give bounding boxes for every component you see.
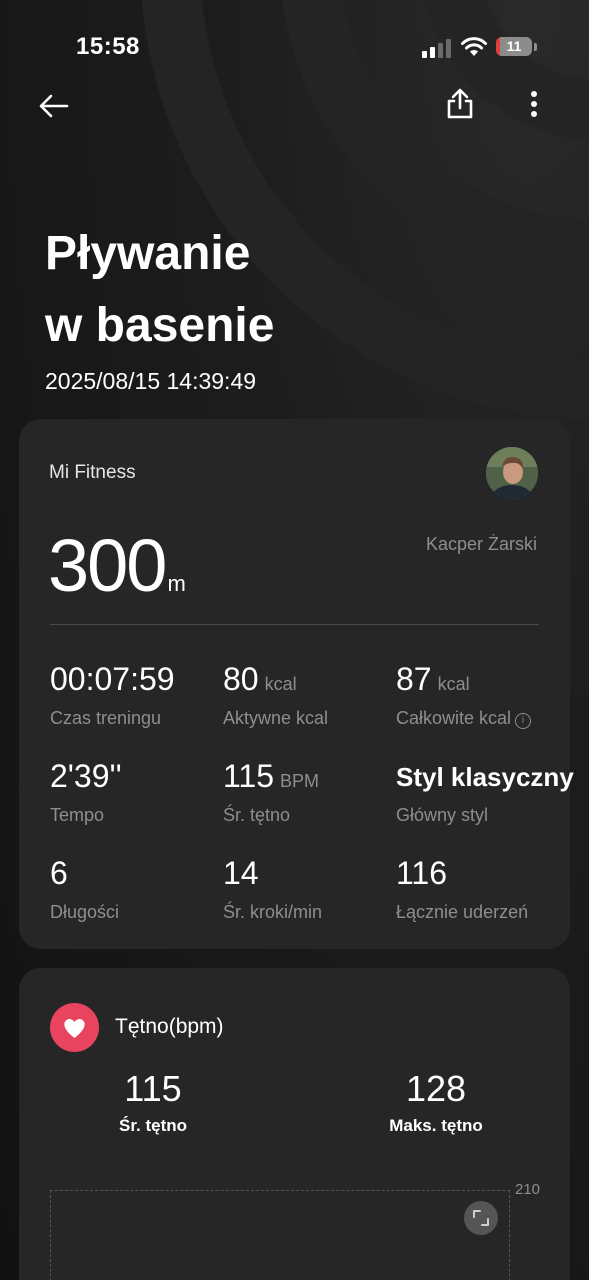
expand-button[interactable] xyxy=(464,1201,498,1235)
workout-detail-screen: 15:58 11 Pływanie w basenie 2025/08/15 1… xyxy=(0,0,589,1280)
workout-title: Pływanie w basenie xyxy=(45,218,274,362)
hr-max-value: 128 xyxy=(405,1068,467,1109)
distance-value: 300 xyxy=(48,524,167,607)
stat-pace: 2'39'' Tempo xyxy=(50,758,225,826)
distance: 300m xyxy=(48,523,186,613)
heart-icon xyxy=(64,1019,85,1038)
stat-value: 116 xyxy=(396,855,448,891)
stat-value: 115 xyxy=(223,758,275,794)
expand-icon xyxy=(473,1210,489,1226)
share-icon[interactable] xyxy=(442,86,478,122)
stat-label: Czas treningu xyxy=(50,708,162,728)
stat-label: Śr. tętno xyxy=(223,805,291,825)
status-bar: 15:58 11 xyxy=(0,0,589,90)
stat-label: Całkowite kcal xyxy=(396,708,512,728)
battery-indicator: 11 xyxy=(496,36,538,58)
user-name: Kacper Żarski xyxy=(425,534,537,554)
hr-max: 128 Maks. tętno xyxy=(356,1068,516,1136)
stat-value: 80 xyxy=(223,661,259,697)
battery-level: 11 xyxy=(506,38,522,54)
info-icon[interactable]: i xyxy=(515,713,532,729)
stat-unit: kcal xyxy=(437,674,470,694)
stat-total-kcal: 87 kcal Całkowite kcal i xyxy=(396,661,571,729)
stat-label: Śr. kroki/min xyxy=(223,902,323,922)
stat-avg-heart-rate: 115 BPM Śr. tętno xyxy=(223,758,398,826)
cellular-signal-icon xyxy=(422,39,451,58)
stat-unit: kcal xyxy=(264,674,297,694)
heart-rate-chart[interactable] xyxy=(50,1190,510,1280)
stat-training-time: 00:07:59 Czas treningu xyxy=(50,661,225,729)
stat-avg-strokes: 14 Śr. kroki/min xyxy=(223,855,398,923)
stat-label: Długości xyxy=(50,902,120,922)
stat-value: 2'39'' xyxy=(50,758,122,794)
hr-avg: 115 Śr. tętno xyxy=(73,1068,233,1136)
stat-value: 87 xyxy=(396,661,432,697)
stat-lengths: 6 Długości xyxy=(50,855,225,923)
heart-rate-title: Tętno(bpm) xyxy=(115,1015,224,1038)
source-label: Mi Fitness xyxy=(49,462,136,483)
hr-max-label: Maks. tętno xyxy=(389,1116,483,1135)
stat-value: 6 xyxy=(50,855,68,891)
avatar[interactable] xyxy=(486,447,538,499)
stat-value: 00:07:59 xyxy=(50,661,175,697)
stat-label: Główny styl xyxy=(396,805,489,825)
chart-y-max-label: 210 xyxy=(515,1181,541,1198)
stat-label: Tempo xyxy=(50,805,105,825)
stat-label: Aktywne kcal xyxy=(223,708,329,728)
wifi-icon xyxy=(461,37,487,56)
divider xyxy=(50,624,539,625)
stat-value: 14 xyxy=(223,855,259,891)
stat-value: Styl klasyczny xyxy=(396,762,574,792)
stat-label: Łącznie uderzeń xyxy=(396,902,529,922)
heart-badge xyxy=(50,1003,99,1052)
distance-unit: m xyxy=(167,571,186,596)
stat-total-strokes: 116 Łącznie uderzeń xyxy=(396,855,571,923)
workout-datetime: 2025/08/15 14:39:49 xyxy=(45,368,257,394)
hr-avg-value: 115 xyxy=(124,1068,182,1109)
status-time: 15:58 xyxy=(76,33,140,60)
workout-title-line2: w basenie xyxy=(45,299,275,352)
avatar-image xyxy=(486,447,538,499)
summary-card: Mi Fitness Kacper Żarski 300m 00:07:59 C… xyxy=(19,419,574,949)
more-vertical-icon[interactable] xyxy=(516,86,552,122)
heart-rate-card[interactable]: Tętno(bpm) 115 Śr. tętno 128 Maks. tętno… xyxy=(19,968,570,1280)
back-arrow-icon[interactable] xyxy=(36,88,72,124)
stat-active-kcal: 80 kcal Aktywne kcal xyxy=(223,661,398,729)
stat-main-style: Styl klasyczny Główny styl xyxy=(396,758,574,826)
hr-avg-label: Śr. tętno xyxy=(118,1116,187,1135)
stat-unit: BPM xyxy=(280,771,320,791)
workout-title-line1: Pływanie xyxy=(45,227,251,280)
